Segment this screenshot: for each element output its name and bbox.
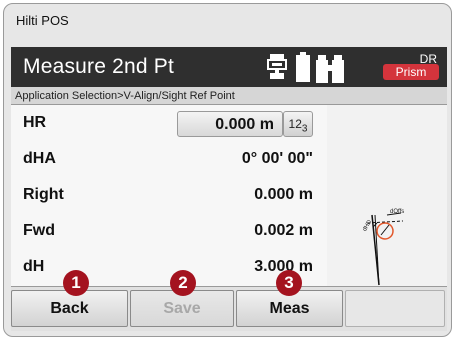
fwd-label: Fwd: [23, 222, 55, 239]
callout-marker-3: 3: [276, 270, 302, 296]
keypad-icon: 123: [288, 117, 308, 135]
prism-badge: Prism: [383, 64, 439, 80]
fwd-value: 0.002 m: [254, 222, 313, 239]
row-hr: HR 0.000 m 123: [11, 105, 327, 141]
page-title: Measure 2nd Pt: [23, 55, 175, 78]
row-fwd: Fwd 0.002 m: [11, 213, 327, 249]
empty-softkey: [345, 290, 445, 327]
instrument-icon: [266, 53, 288, 86]
offset-label: dOffs: [390, 209, 404, 215]
callout-marker-2: 2: [170, 270, 196, 296]
back-button[interactable]: Back: [11, 290, 128, 327]
dha-value: 0° 00' 00": [241, 150, 313, 167]
device-screen: Hilti POS Measure 2nd Pt DR Prism Applic…: [3, 3, 452, 337]
numeric-keypad-button[interactable]: 123: [283, 111, 313, 137]
right-value: 0.000 m: [254, 186, 313, 203]
row-right: Right 0.000 m: [11, 177, 327, 213]
hr-input[interactable]: 0.000 m: [177, 111, 283, 137]
dh-label: dH: [23, 258, 45, 275]
measurement-table: HR 0.000 m 123 dHA 0° 00' 00" Right 0.00…: [11, 105, 328, 286]
app-title: Hilti POS: [16, 13, 69, 28]
breadcrumb: Application Selection>V-Align/Sight Ref …: [11, 87, 447, 105]
header-bar: Measure 2nd Pt DR Prism: [11, 47, 447, 87]
battery-icon: [296, 52, 310, 87]
hr-label: HR: [23, 114, 47, 131]
binoculars-icon: [315, 53, 345, 88]
alignment-diagram: dOffs dHD: [327, 105, 447, 286]
callout-marker-1: 1: [63, 270, 89, 296]
hr-value: 0.000 m: [215, 116, 274, 133]
right-label: Right: [23, 186, 64, 203]
prism-mode-indicator: DR Prism: [383, 52, 439, 80]
dha-label: dHA: [23, 150, 56, 167]
row-dha: dHA 0° 00' 00": [11, 141, 327, 177]
